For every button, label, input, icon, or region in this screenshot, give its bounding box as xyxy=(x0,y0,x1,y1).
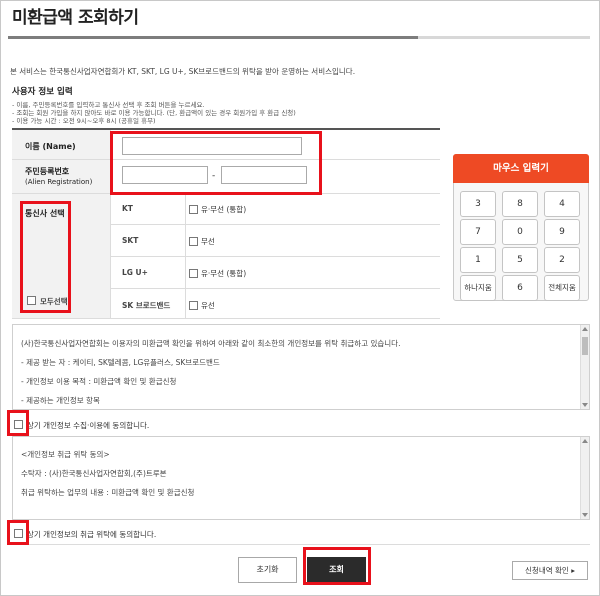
privacy-text-line: <개인정보 취급 위탁 동의> xyxy=(21,450,110,459)
keypad-backspace-button[interactable]: 하나지움 xyxy=(460,275,496,301)
carrier-checkbox[interactable] xyxy=(189,269,198,278)
keypad-key[interactable]: 0 xyxy=(502,219,538,245)
privacy-consent-text-2[interactable]: <개인정보 취급 위탁 동의> 수탁자 : (사)한국통신사업자연합회,(주)트… xyxy=(12,436,590,520)
highlight-carrier-select-all xyxy=(20,201,71,313)
privacy-text-line: - 제공 받는 자 : 케이티, SK텔레콤, LG유플러스, SK브로드밴드 xyxy=(21,358,220,367)
privacy-consent-text-1[interactable]: (사)한국통신사업자연합회는 이용자의 미환급액 확인을 위하여 아래와 같이 … xyxy=(12,324,590,410)
keypad-clear-button[interactable]: 전체지움 xyxy=(544,275,580,301)
carrier-option: 유·무선 (통합) xyxy=(201,269,247,278)
keypad-key[interactable]: 2 xyxy=(544,247,580,273)
keypad-key[interactable]: 9 xyxy=(544,219,580,245)
rrn-label-text: 주민등록번호 xyxy=(25,167,70,176)
carrier-checkbox[interactable] xyxy=(189,301,198,310)
keypad-key[interactable]: 1 xyxy=(460,247,496,273)
row-divider xyxy=(110,288,440,289)
service-intro: 본 서비스는 한국통신사업자연합회가 KT, SKT, LG U+, SK브로드… xyxy=(10,67,356,76)
highlight-privacy-agree-1 xyxy=(7,410,29,436)
scrollbar[interactable] xyxy=(580,325,589,409)
usage-notes: - 이름, 주민등록번호를 입력하고 통신사 선택 후 조회 버튼을 누르세요.… xyxy=(12,101,296,125)
privacy-text-line: 취급 위탁하는 업무의 내용 : 미환급액 확인 및 환급신청 xyxy=(21,488,195,497)
carrier-name: SKT xyxy=(122,236,139,245)
application-history-button[interactable]: 신청내역 확인 ▸ xyxy=(512,561,588,580)
privacy-agree-label-2: 상기 개인정보의 취급 위탁에 동의합니다. xyxy=(27,530,157,539)
carrier-option: 유·무선 (통합) xyxy=(201,205,247,214)
keypad-title: 마우스 입력기 xyxy=(453,154,589,183)
highlight-identity-inputs xyxy=(110,131,322,195)
usage-note: - 이용 가능 시간 : 오전 9시~오후 8시 (공휴일 휴무) xyxy=(12,117,156,125)
carrier-name: LG U+ xyxy=(122,268,148,277)
usage-note: - 이름, 주민등록번호를 입력하고 통신사 선택 후 조회 버튼을 누르세요. xyxy=(12,101,205,109)
privacy-text-line: - 개인정보 이용 목적 : 미환급액 확인 및 환급신청 xyxy=(21,377,177,386)
keypad-key[interactable]: 3 xyxy=(460,191,496,217)
keypad-key[interactable]: 6 xyxy=(502,275,538,301)
footer-divider xyxy=(12,544,590,545)
row-divider xyxy=(12,318,440,319)
privacy-text-line: 수탁자 : (사)한국통신사업자연합회,(주)트루본 xyxy=(21,469,167,478)
carrier-option: 무선 xyxy=(201,237,215,246)
keypad-key[interactable]: 4 xyxy=(544,191,580,217)
rrn-sub-label: (Alien Registration) xyxy=(25,178,93,186)
mouse-keypad: 마우스 입력기 3 8 4 7 0 9 1 5 2 하나지움 6 전체지움 xyxy=(453,154,589,301)
column-divider xyxy=(185,193,186,318)
row-divider xyxy=(110,256,440,257)
section-title: 사용자 정보 입력 xyxy=(12,87,73,97)
row-divider xyxy=(110,224,440,225)
privacy-text-line: - 제공하는 개인정보 항목 xyxy=(21,396,100,405)
keypad-key[interactable]: 5 xyxy=(502,247,538,273)
carrier-checkbox[interactable] xyxy=(189,205,198,214)
keypad-key[interactable]: 7 xyxy=(460,219,496,245)
carrier-name: KT xyxy=(122,204,133,213)
scrollbar[interactable] xyxy=(580,437,589,519)
highlight-search-button xyxy=(303,547,371,585)
title-underline xyxy=(8,36,590,39)
carrier-option: 유선 xyxy=(201,301,215,310)
name-label: 이름 (Name) xyxy=(25,142,76,151)
keypad-key[interactable]: 8 xyxy=(502,191,538,217)
rrn-label: 주민등록번호 (Alien Registration) xyxy=(25,167,92,187)
privacy-agree-label-1: 상기 개인정보 수집·이용에 동의합니다. xyxy=(27,421,150,430)
carrier-checkbox[interactable] xyxy=(189,237,198,246)
page-title: 미환급액 조회하기 xyxy=(12,8,139,28)
privacy-text-line: (사)한국통신사업자연합회는 이용자의 미환급액 확인을 위하여 아래와 같이 … xyxy=(21,339,401,348)
reset-button[interactable]: 초기화 xyxy=(238,557,297,583)
highlight-privacy-agree-2 xyxy=(7,520,29,545)
carrier-name: SK 브로드밴드 xyxy=(122,301,171,310)
usage-note: - 조회는 회원 가입을 하지 않아도 바로 이용 가능합니다. (단, 환급액… xyxy=(12,109,296,117)
